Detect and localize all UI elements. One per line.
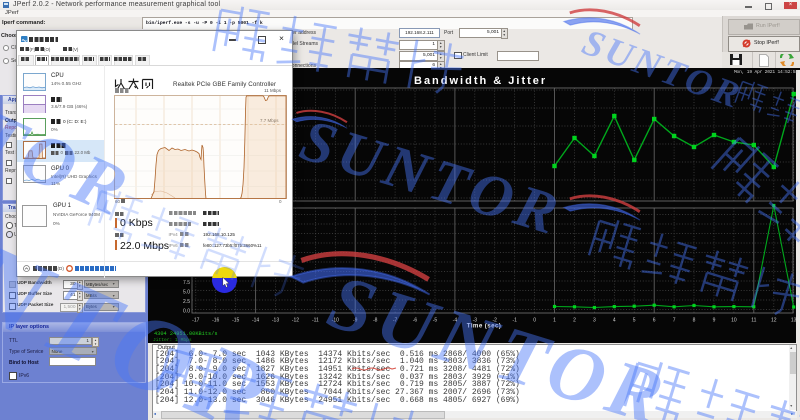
svg-text:5: 5: [633, 318, 636, 324]
svg-text:-15: -15: [232, 318, 239, 324]
svg-text:7.5: 7.5: [183, 280, 190, 286]
svg-text:8: 8: [693, 318, 696, 324]
svg-text:6: 6: [653, 318, 656, 324]
svg-text:-8: -8: [373, 318, 378, 324]
svg-text:9: 9: [713, 318, 716, 324]
svg-text:-14: -14: [252, 318, 259, 324]
svg-text:0.0: 0.0: [183, 309, 190, 315]
svg-text:7.7 Mbps: 7.7 Mbps: [260, 118, 279, 123]
svg-text:-1: -1: [512, 318, 517, 324]
svg-text:2: 2: [573, 318, 576, 324]
svg-text:1: 1: [553, 318, 556, 324]
svg-text:-6: -6: [413, 318, 418, 324]
svg-text:5.0: 5.0: [183, 290, 190, 296]
svg-text:-7: -7: [393, 318, 398, 324]
svg-text:-9: -9: [353, 318, 358, 324]
svg-text:3: 3: [593, 318, 596, 324]
svg-text:Time (sec): Time (sec): [467, 323, 502, 330]
svg-text:10: 10: [731, 318, 737, 324]
svg-text:-4: -4: [453, 318, 458, 324]
svg-text:13: 13: [791, 318, 796, 324]
svg-text:4: 4: [613, 318, 616, 324]
svg-text:-16: -16: [212, 318, 219, 324]
svg-text:7: 7: [673, 318, 676, 324]
svg-text:11: 11: [751, 318, 756, 324]
svg-text:2.5: 2.5: [183, 299, 190, 305]
svg-text:12: 12: [771, 318, 777, 324]
svg-text:-5: -5: [433, 318, 438, 324]
svg-text:-10: -10: [332, 318, 339, 324]
svg-text:-13: -13: [272, 318, 279, 324]
svg-text:-12: -12: [292, 318, 299, 324]
svg-text:0: 0: [533, 318, 536, 324]
svg-text:-17: -17: [192, 318, 199, 324]
svg-text:-11: -11: [312, 318, 319, 324]
